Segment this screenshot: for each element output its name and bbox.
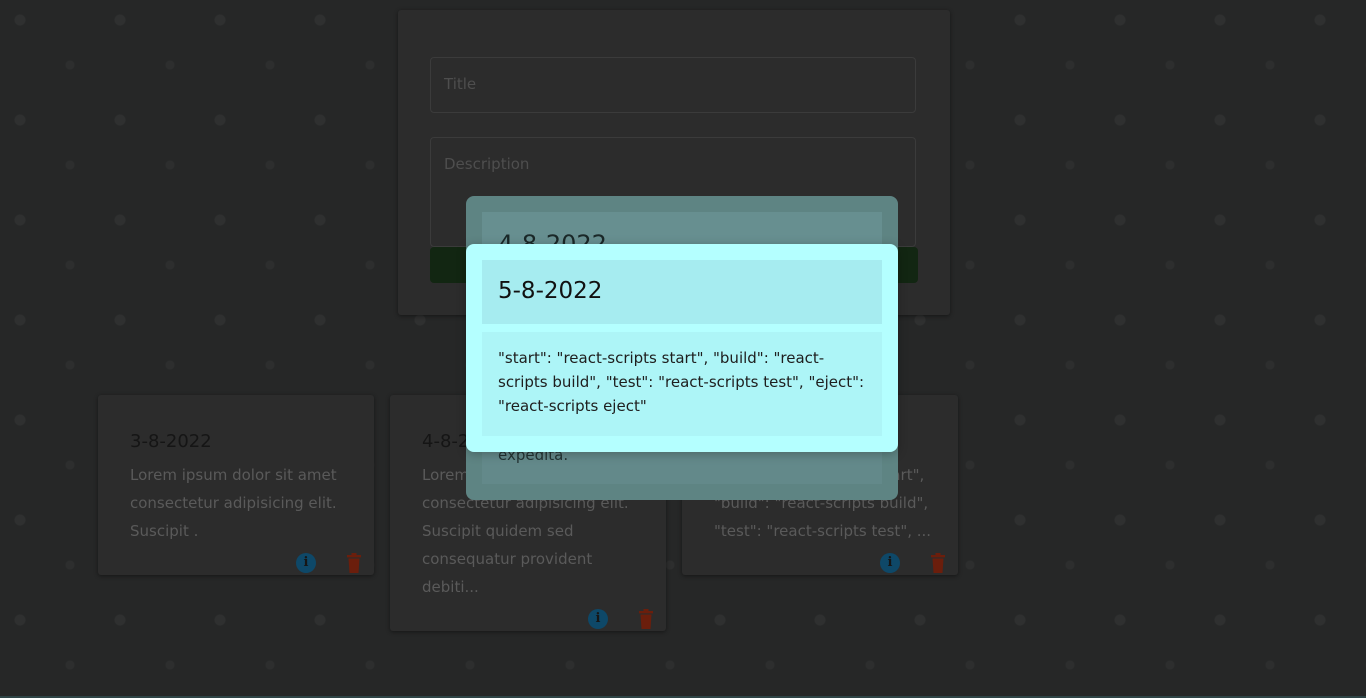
note-text: Lorem ipsum dolor sit amet consectetur a… bbox=[130, 466, 337, 540]
info-icon[interactable]: i bbox=[880, 553, 900, 573]
trash-icon[interactable] bbox=[346, 553, 362, 573]
description-placeholder: Description bbox=[444, 155, 530, 173]
title-placeholder: Title bbox=[444, 75, 477, 93]
modal-body: "start": "react-scripts start", "build":… bbox=[482, 332, 882, 436]
trash-icon[interactable] bbox=[930, 553, 946, 573]
title-input[interactable]: Title bbox=[430, 57, 916, 113]
note-card: 3-8-2022 Lorem ipsum dolor sit amet cons… bbox=[98, 395, 374, 575]
note-date: 3-8-2022 bbox=[130, 431, 212, 452]
modal-description: "start": "react-scripts start", "build":… bbox=[498, 349, 865, 415]
note-detail-modal: 5-8-2022 "start": "react-scripts start",… bbox=[466, 244, 898, 452]
info-icon[interactable]: i bbox=[588, 609, 608, 629]
note-text-line: "test": "react-scripts test", ... bbox=[714, 522, 932, 540]
modal-date: 5-8-2022 bbox=[498, 278, 603, 304]
info-icon[interactable]: i bbox=[296, 553, 316, 573]
trash-icon[interactable] bbox=[638, 609, 654, 629]
modal-header: 5-8-2022 bbox=[482, 260, 882, 324]
